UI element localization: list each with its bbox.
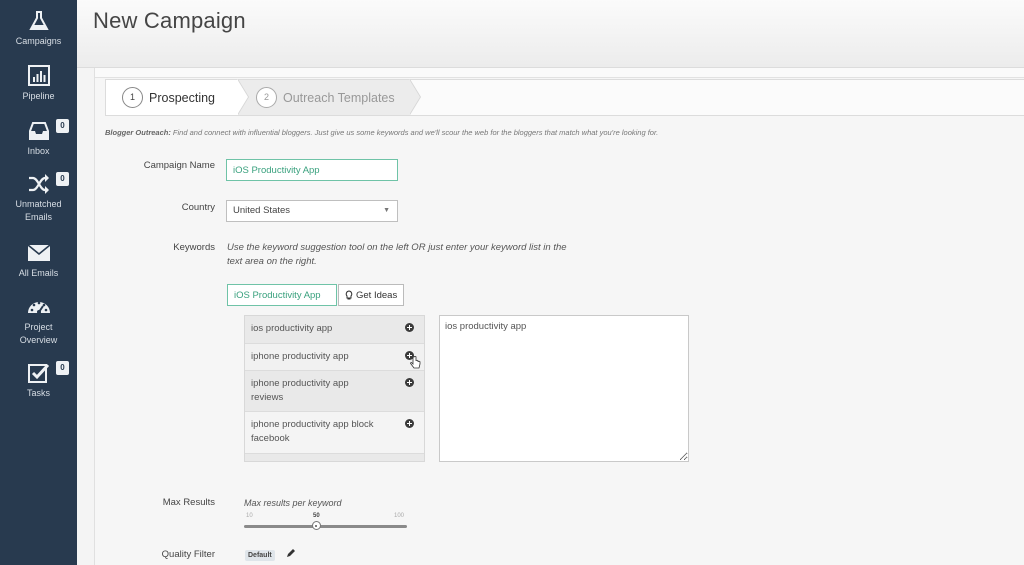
slider-handle[interactable]: [311, 521, 321, 530]
checkbox-icon: [27, 363, 49, 383]
chevron-down-icon: ▼: [383, 207, 390, 214]
panel-top-border: [95, 68, 1024, 78]
keyword-suggestions-list: ios productivity app iphone productivity…: [244, 315, 425, 462]
step-label: Prospecting: [149, 90, 216, 105]
label-line-1: Project: [24, 322, 53, 332]
envelope-icon: [26, 244, 51, 261]
lightbulb-icon: [345, 290, 353, 300]
country-selected-value: United States: [233, 205, 291, 216]
sidebar-item-label: Inbox: [27, 146, 50, 156]
inbox-count-badge: 0: [56, 119, 69, 133]
suggestion-text: iphone productivity app: [251, 351, 349, 362]
get-ideas-label: Get Ideas: [356, 289, 398, 301]
list-item[interactable]: iphone productivity app reviews: [245, 371, 424, 412]
shuffle-icon: [28, 174, 49, 194]
sidebar: Campaigns Pipeline Inbox 0 Unmatched Emai…: [0, 0, 77, 565]
pencil-edit-icon[interactable]: [286, 548, 296, 558]
hint-line-2: text area on the right.: [227, 256, 317, 267]
step-number: 2: [256, 87, 277, 108]
slider-value-label: 50: [313, 513, 320, 519]
step-label: Outreach Templates: [283, 90, 395, 105]
suggestion-text: ios productivity app: [251, 323, 333, 334]
tab-outreach-templates[interactable]: 2 Outreach Templates: [238, 80, 410, 115]
inbox-tray-icon: [28, 122, 49, 140]
page-title: New Campaign: [93, 8, 246, 33]
label-line-1: Unmatched: [15, 199, 62, 209]
sidebar-item-project-overview[interactable]: Project Overview: [0, 296, 77, 347]
quality-filter-label: Quality Filter: [161, 549, 215, 560]
keywords-label: Keywords: [173, 242, 215, 253]
unmatched-count-badge: 0: [56, 172, 69, 186]
add-circle-icon[interactable]: [405, 378, 414, 387]
sidebar-item-label: Project Overview: [0, 321, 77, 347]
country-select[interactable]: United States ▼: [226, 200, 398, 222]
list-item[interactable]: iphone productivity app: [245, 344, 424, 371]
list-item[interactable]: iphone productivity app block facebook: [245, 412, 424, 454]
max-results-slider[interactable]: [244, 521, 407, 530]
max-results-hint: Max results per keyword: [244, 498, 342, 508]
main-content: New Campaign 1 Prospecting 2 Outreach Te…: [77, 0, 1024, 565]
sidebar-item-label: Campaigns: [15, 36, 62, 46]
max-results-label: Max Results: [162, 497, 215, 508]
step-number: 1: [122, 87, 143, 108]
intro-text: Blogger Outreach: Find and connect with …: [105, 128, 658, 137]
keywords-hint: Use the keyword suggestion tool on the l…: [227, 241, 567, 269]
campaign-form-panel: 1 Prospecting 2 Outreach Templates Blogg…: [94, 68, 1024, 565]
quality-filter-value: Default: [245, 550, 275, 561]
hand-cursor-icon: [410, 356, 421, 369]
sidebar-item-pipeline[interactable]: Pipeline: [0, 65, 77, 103]
step-arrow: [237, 79, 248, 115]
get-ideas-button[interactable]: Get Ideas: [338, 284, 405, 306]
slider-min-label: 10: [246, 513, 253, 519]
sidebar-item-campaigns[interactable]: Campaigns: [0, 10, 77, 48]
wizard-steps: 1 Prospecting 2 Outreach Templates: [105, 79, 1024, 116]
sidebar-item-label: All Emails: [18, 268, 59, 278]
dashboard-gauge-icon: [27, 301, 50, 314]
suggestion-text: iphone productivity app block: [251, 419, 374, 430]
tasks-count-badge: 0: [56, 361, 69, 375]
sidebar-item-label: Unmatched Emails: [0, 198, 77, 224]
intro-bold: Blogger Outreach:: [105, 128, 171, 137]
suggestion-text: iphone productivity app: [251, 378, 349, 389]
label-line-2: Emails: [24, 212, 52, 222]
slider-max-label: 100: [394, 513, 405, 519]
list-item[interactable]: ios productivity app: [245, 316, 424, 344]
tab-prospecting[interactable]: 1 Prospecting: [106, 80, 238, 115]
step-arrow: [409, 79, 420, 115]
sidebar-item-label: Pipeline: [22, 91, 55, 101]
add-circle-icon[interactable]: [405, 323, 414, 332]
intro-body: Find and connect with influential blogge…: [170, 128, 659, 137]
keyword-search-input[interactable]: [227, 284, 337, 306]
campaign-name-label: Campaign Name: [143, 160, 215, 171]
page-header: New Campaign: [77, 0, 1024, 68]
hint-line-1: Use the keyword suggestion tool on the l…: [227, 242, 567, 253]
bar-chart-icon: [27, 65, 50, 86]
campaign-name-input[interactable]: [226, 159, 398, 181]
suggestion-text-cont: reviews: [251, 392, 284, 403]
country-label: Country: [181, 202, 215, 213]
flask-icon: [28, 11, 49, 30]
keyword-list-textarea[interactable]: ios productivity app: [439, 315, 689, 462]
sidebar-item-all-emails[interactable]: All Emails: [0, 242, 77, 280]
add-circle-icon[interactable]: [405, 419, 414, 428]
label-line-2: Overview: [19, 335, 58, 345]
sidebar-item-label: Tasks: [26, 388, 50, 398]
suggestion-text-cont: facebook: [251, 433, 290, 444]
